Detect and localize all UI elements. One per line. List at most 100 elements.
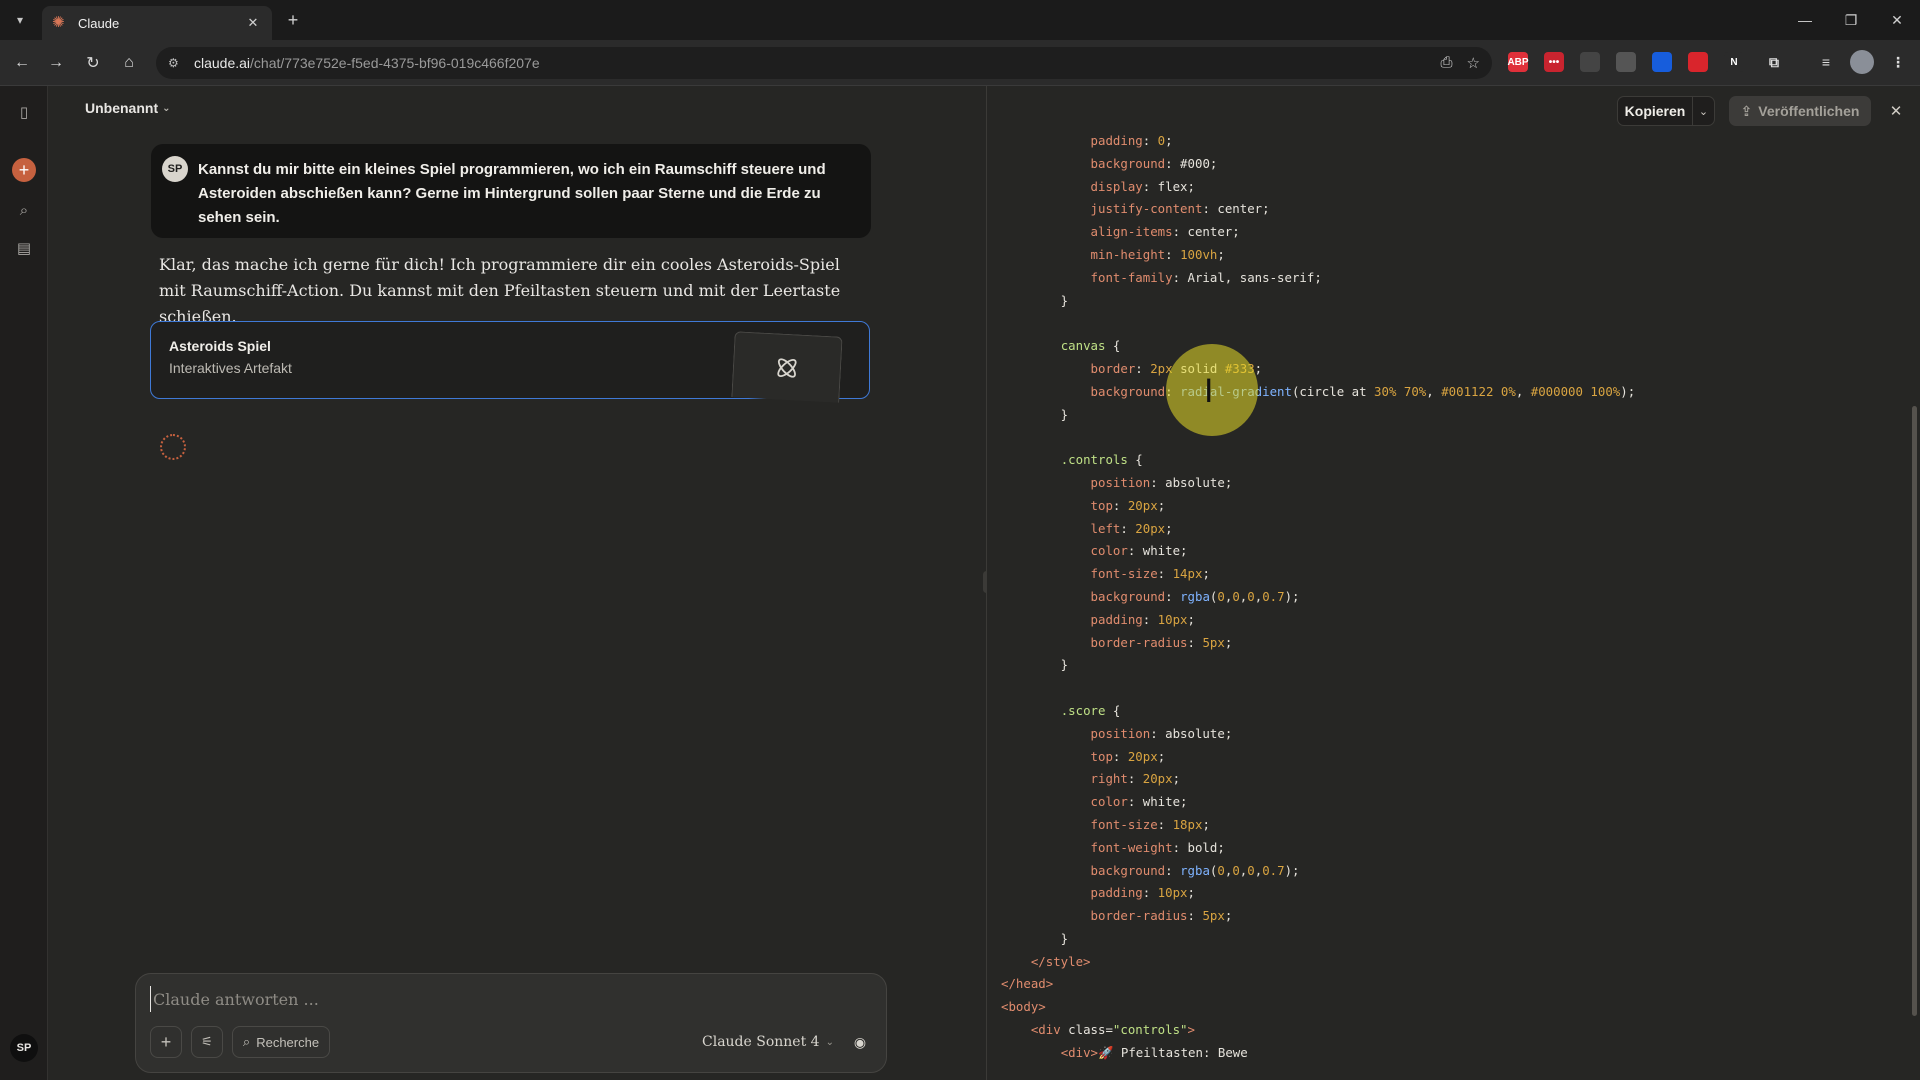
code-token: ; xyxy=(1187,885,1195,901)
browser-tabstrip: ▾ ✺ Claude ✕ + — ❐ ✕ xyxy=(0,0,1920,40)
code-line: top: 20px; xyxy=(1001,746,1901,769)
claude-app: ▯ + ⌕ ▤ SP Unbenannt ⌄ SP Kannst du mir … xyxy=(0,86,1920,1080)
reading-list-icon[interactable]: ≡ xyxy=(1816,52,1836,72)
code-token: : center; xyxy=(1202,201,1270,217)
code-line: min-height: 100vh; xyxy=(1001,244,1901,267)
adblock-icon[interactable]: ABP xyxy=(1507,52,1529,72)
assistant-message-text: Klar, das mache ich gerne für dich! Ich … xyxy=(159,255,841,326)
code-token: ; xyxy=(1254,360,1263,376)
tab-search-chevron-icon[interactable]: ▾ xyxy=(8,8,32,32)
code-token: : xyxy=(1135,360,1151,376)
code-token: 0 xyxy=(1217,862,1225,878)
code-token: background xyxy=(1090,588,1166,604)
code-view[interactable]: padding: 0; background: #000; display: f… xyxy=(1001,130,1901,1080)
chat-pane: Unbenannt ⌄ SP Kannst du mir bitte ein k… xyxy=(49,86,986,1080)
code-token: 0 xyxy=(1247,862,1255,878)
add-attachment-plus-icon[interactable]: + xyxy=(150,1026,182,1058)
code-token: font-size xyxy=(1090,566,1158,582)
code-line: top: 20px; xyxy=(1001,495,1901,518)
new-tab-plus-icon[interactable]: + xyxy=(282,9,304,31)
projects-box-icon[interactable]: ▤ xyxy=(12,236,36,260)
code-line: } xyxy=(1001,928,1901,951)
code-token: color xyxy=(1090,543,1128,559)
tools-sliders-icon[interactable]: ⚟ xyxy=(191,1026,223,1058)
code-line: } xyxy=(1001,404,1901,427)
code-token: display xyxy=(1090,178,1143,194)
lastpass-icon[interactable]: ••• xyxy=(1544,52,1564,72)
tab-close-icon[interactable]: ✕ xyxy=(244,14,262,32)
code-token: ); xyxy=(1620,383,1636,399)
new-chat-plus-icon[interactable]: + xyxy=(12,158,36,182)
code-line: background: rgba(0,0,0,0.7); xyxy=(1001,860,1901,883)
chevron-down-icon: ⌄ xyxy=(162,102,171,114)
code-line: .score { xyxy=(1001,700,1901,723)
code-token: padding xyxy=(1090,611,1143,627)
window-close-icon[interactable]: ✕ xyxy=(1874,6,1920,34)
code-token: .controls xyxy=(1060,452,1128,468)
rainbow-icon[interactable] xyxy=(1580,52,1600,72)
code-token: font-weight xyxy=(1090,839,1173,855)
scrollbar-thumb[interactable] xyxy=(1912,406,1917,1016)
address-bar[interactable]: ⚙ claude.ai/chat/773e752e-f5ed-4375-bf96… xyxy=(156,47,1492,79)
code-line: <div>🚀 Pfeiltasten: Bewe xyxy=(1001,1042,1901,1065)
code-token: #001122 xyxy=(1441,383,1494,399)
code-token: : flex; xyxy=(1142,178,1195,194)
rail-user-avatar[interactable]: SP xyxy=(10,1034,38,1062)
code-token: ); xyxy=(1284,862,1300,878)
install-app-icon[interactable]: ⎙ xyxy=(1441,54,1453,72)
extensions-puzzle-icon[interactable]: ⧉ xyxy=(1764,52,1784,72)
code-line: canvas { xyxy=(1001,335,1901,358)
bitwarden-icon[interactable] xyxy=(1652,52,1672,72)
code-line: border-radius: 5px; xyxy=(1001,632,1901,655)
voice-mode-icon[interactable]: ◉ xyxy=(844,1026,876,1058)
copy-button[interactable]: Kopieren ⌄ xyxy=(1617,96,1715,126)
code-token: , xyxy=(1515,383,1531,399)
browser-tab-claude[interactable]: ✺ Claude ✕ xyxy=(42,6,272,40)
code-scrollbar[interactable] xyxy=(1911,130,1918,1080)
code-token: : white; xyxy=(1127,794,1188,810)
code-token: top xyxy=(1090,748,1113,764)
flash-icon[interactable] xyxy=(1688,52,1708,72)
publish-button[interactable]: ⇪ Veröffentlichen xyxy=(1729,96,1871,126)
artifact-card[interactable]: Asteroids Spiel Interaktives Artefakt xyxy=(150,321,870,403)
code-token: ; xyxy=(1187,611,1195,627)
sidebar-toggle-icon[interactable]: ▯ xyxy=(12,100,36,124)
code-token: 0% xyxy=(1500,383,1516,399)
reply-input[interactable] xyxy=(150,986,850,1012)
copy-options-chevron-icon[interactable]: ⌄ xyxy=(1693,105,1714,118)
browser-menu-icon[interactable]: ⋮ xyxy=(1888,52,1908,72)
chat-title-button[interactable]: Unbenannt ⌄ xyxy=(85,100,171,116)
research-button[interactable]: ⌕ Recherche xyxy=(232,1026,330,1058)
window-restore-icon[interactable]: ❐ xyxy=(1828,6,1874,34)
site-settings-icon[interactable]: ⚙ xyxy=(168,55,184,71)
code-token: padding xyxy=(1090,885,1143,901)
close-panel-icon[interactable]: ✕ xyxy=(1885,100,1907,122)
code-token: border-radius xyxy=(1090,908,1188,924)
back-arrow-icon[interactable]: ← xyxy=(9,50,35,76)
address-url[interactable]: claude.ai/chat/773e752e-f5ed-4375-bf96-0… xyxy=(194,55,1441,71)
bookmark-star-icon[interactable]: ☆ xyxy=(1467,54,1480,72)
chats-search-icon[interactable]: ⌕ xyxy=(12,198,36,222)
reload-icon[interactable]: ↻ xyxy=(80,50,106,76)
window-minimize-icon[interactable]: — xyxy=(1782,6,1828,34)
code-token: : xyxy=(1165,588,1181,604)
code-token: align-items xyxy=(1090,224,1173,240)
model-selector[interactable]: Claude Sonnet 4 ⌄ xyxy=(702,1030,834,1054)
profile-avatar-icon[interactable] xyxy=(1850,50,1874,74)
camera-icon[interactable] xyxy=(1616,52,1636,72)
code-token: 0 xyxy=(1217,588,1225,604)
notion-icon[interactable]: N xyxy=(1724,52,1744,72)
home-icon[interactable]: ⌂ xyxy=(116,50,142,76)
code-token: <div xyxy=(1030,1022,1061,1038)
code-token: 0 xyxy=(1232,862,1240,878)
forward-arrow-icon[interactable]: → xyxy=(43,50,69,76)
code-token: font-family xyxy=(1090,269,1173,285)
